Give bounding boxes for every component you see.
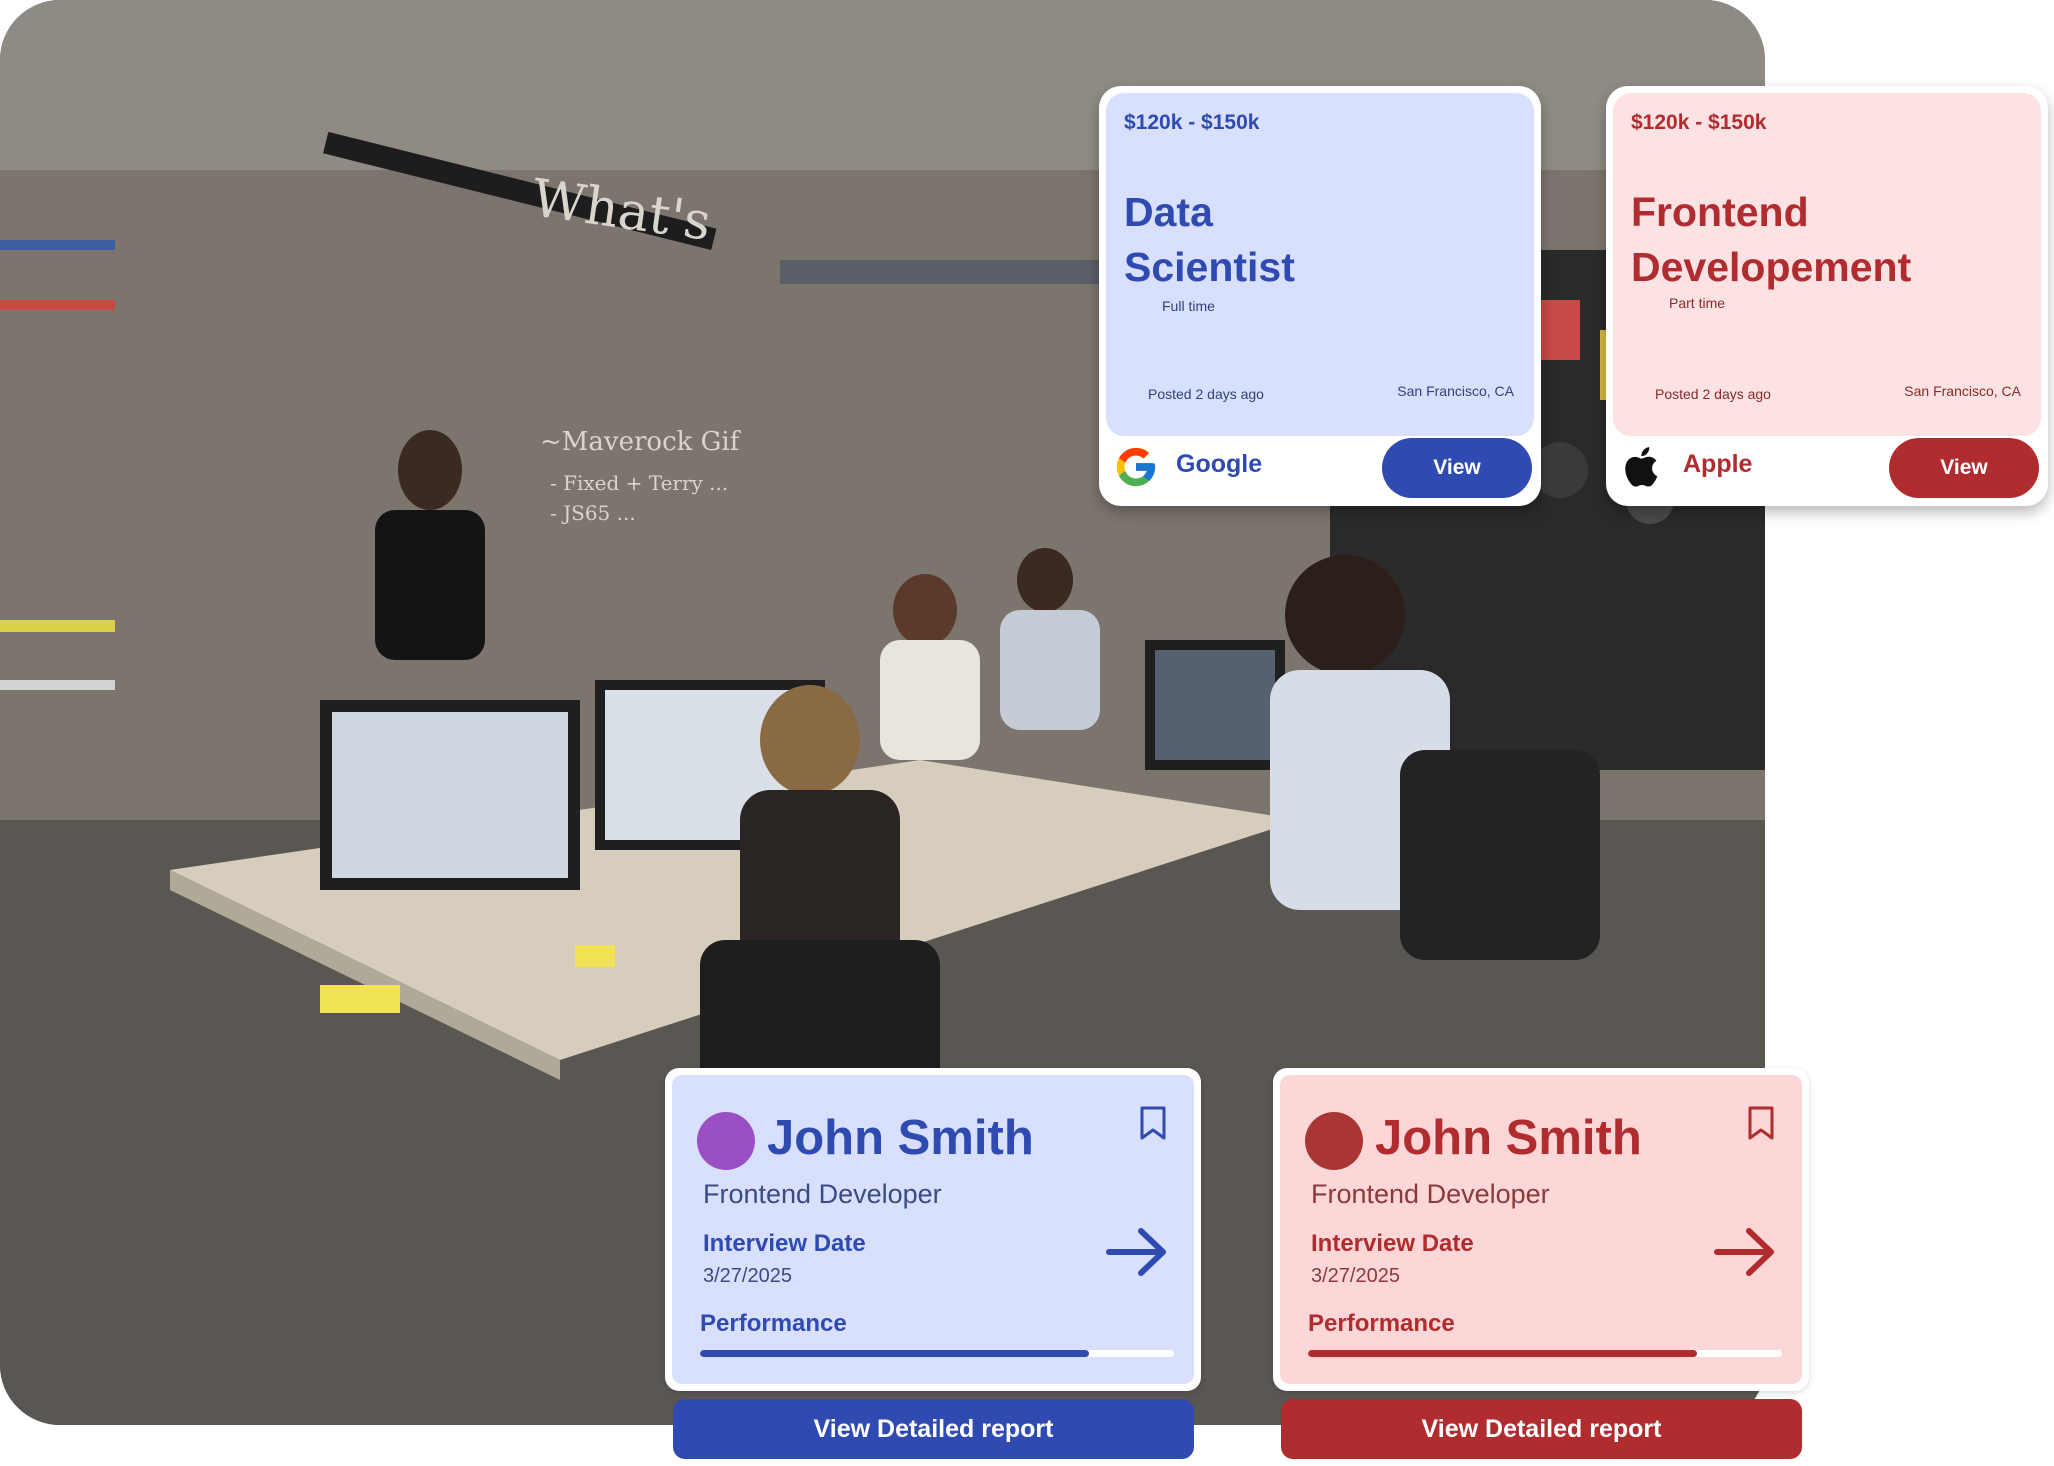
job-type: Part time [1669,295,1726,311]
job-card-frontend-developement[interactable]: $120k - $150k Frontend Developement Part… [1606,86,2048,506]
company-name: Google [1176,450,1263,478]
view-detailed-report-button[interactable]: View Detailed report [1281,1399,1802,1459]
candidate-card-body: John Smith Frontend Developer Interview … [1280,1075,1802,1384]
job-title: Frontend Developement [1631,185,2031,295]
candidate-card-body: John Smith Frontend Developer Interview … [672,1075,1194,1384]
candidate-role: Frontend Developer [703,1179,942,1209]
candidate-card: John Smith Frontend Developer Interview … [1273,1068,1809,1391]
job-title-line: Data [1124,189,1213,235]
candidate-name: John Smith [767,1111,1034,1165]
svg-text:- JS65 ...: - JS65 ... [550,501,636,525]
bookmark-icon[interactable] [1138,1105,1168,1141]
arrow-right-icon[interactable] [1713,1227,1777,1277]
performance-label: Performance [1308,1310,1455,1337]
performance-bar [700,1350,1174,1357]
performance-bar-fill [700,1350,1089,1357]
job-type: Full time [1162,298,1215,314]
performance-label: Performance [700,1310,847,1337]
view-detailed-report-button[interactable]: View Detailed report [673,1399,1194,1459]
job-location: San Francisco, CA [1397,383,1514,399]
job-card-body: $120k - $150k Data Scientist Full time P… [1106,93,1534,436]
candidate-card: John Smith Frontend Developer Interview … [665,1068,1201,1391]
interview-date-value: 3/27/2025 [1311,1265,1400,1287]
interview-date-label: Interview Date [703,1230,866,1257]
job-posted-time: Posted 2 days ago [1655,386,1771,402]
job-title-line: Scientist [1124,244,1295,290]
bookmark-icon[interactable] [1746,1105,1776,1141]
avatar [697,1112,755,1170]
performance-bar [1308,1350,1782,1357]
svg-text:- Fixed + Terry ...: - Fixed + Terry ... [550,471,728,495]
job-title-line: Developement [1631,244,1912,290]
view-job-button[interactable]: View [1382,438,1532,498]
apple-logo-icon [1625,447,1658,487]
interview-date-label: Interview Date [1311,1230,1474,1257]
job-title: Data Scientist [1124,185,1524,295]
candidate-name: John Smith [1375,1111,1642,1165]
google-logo-icon [1116,447,1156,487]
svg-text:~Maverock Gif: ~Maverock Gif [540,427,742,457]
avatar [1305,1112,1363,1170]
interview-date-value: 3/27/2025 [703,1265,792,1287]
job-salary: $120k - $150k [1124,111,1260,134]
job-salary: $120k - $150k [1631,111,1767,134]
job-posted-time: Posted 2 days ago [1148,386,1264,402]
company-name: Apple [1683,450,1753,478]
job-title-line: Frontend [1631,189,1809,235]
view-job-button[interactable]: View [1889,438,2039,498]
job-location: San Francisco, CA [1904,383,2021,399]
job-card-data-scientist[interactable]: $120k - $150k Data Scientist Full time P… [1099,86,1541,506]
performance-bar-fill [1308,1350,1697,1357]
candidate-role: Frontend Developer [1311,1179,1550,1209]
job-card-body: $120k - $150k Frontend Developement Part… [1613,93,2041,436]
arrow-right-icon[interactable] [1105,1227,1169,1277]
